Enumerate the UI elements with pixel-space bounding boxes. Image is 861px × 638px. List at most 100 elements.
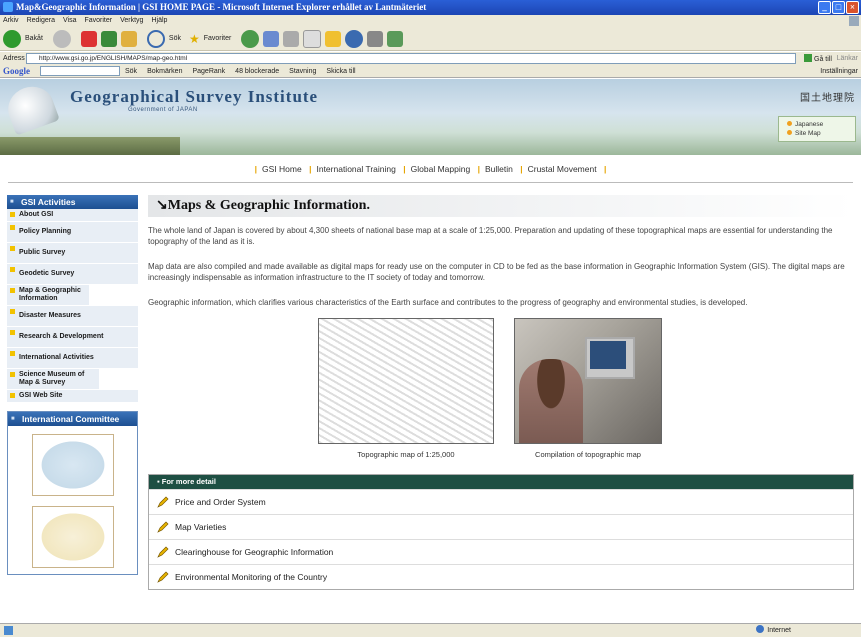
menu-tools[interactable]: Verktyg — [120, 15, 143, 27]
figures: Topographic map of 1:25,000 Compilation … — [148, 318, 854, 468]
sidebar-item-science-museum[interactable]: Science Museum of Map & Survey — [7, 369, 99, 390]
favorites-star-icon[interactable]: ★ — [189, 32, 200, 46]
search-icon[interactable] — [146, 29, 165, 48]
research-icon[interactable] — [367, 30, 384, 47]
pencil-icon — [157, 571, 169, 583]
google-spellcheck[interactable]: Stavning — [289, 65, 316, 78]
sidebar: GSI Activities About GSI Policy Planning… — [7, 195, 138, 575]
sidebar-item-gsi-web-site[interactable]: GSI Web Site — [7, 390, 138, 403]
google-popup-blocker[interactable]: 48 blockerade — [235, 65, 279, 78]
menu-edit[interactable]: Redigera — [27, 15, 55, 27]
address-label: Adress — [3, 55, 25, 62]
bullet-icon — [787, 130, 792, 135]
pencil-icon — [157, 546, 169, 558]
sidebar-item-international-activities[interactable]: International Activities — [7, 348, 138, 369]
back-arrow-icon[interactable] — [3, 29, 21, 48]
site-banner: Geographical Survey Institute Government… — [0, 79, 861, 155]
status-bar: Internet — [0, 623, 861, 637]
window-title-bar: Map&Geographic Information | GSI HOME PA… — [0, 0, 861, 15]
window-title: Map&Geographic Information | GSI HOME PA… — [16, 2, 427, 12]
sidebar-item-geodetic-survey[interactable]: Geodetic Survey — [7, 264, 138, 285]
more-detail-heading: ▪ For more detail — [149, 475, 853, 489]
topographic-map-image — [318, 318, 494, 444]
figure-compilation: Compilation of topographic map — [514, 318, 662, 459]
sidebar-item-map-geographic-info[interactable]: Map & Geographic Information — [7, 285, 89, 306]
paragraph-3: Geographic information, which clarifies … — [148, 298, 748, 307]
caption-topographic-map: Topographic map of 1:25,000 — [357, 450, 455, 459]
link-clearinghouse[interactable]: Clearinghouse for Geographic Information — [149, 539, 853, 564]
page-content: Geographical Survey Institute Government… — [0, 79, 861, 623]
security-zone: Internet — [756, 624, 791, 638]
banner-landscape — [0, 137, 180, 155]
nav-global-mapping[interactable]: Global Mapping — [411, 164, 471, 174]
japanese-site-name: 国土地理院 — [800, 93, 855, 104]
pencil-icon — [157, 496, 169, 508]
address-input[interactable]: http://www.gsi.go.jp/ENGLISH/MAPS/map-ge… — [26, 53, 796, 64]
compilation-photo — [514, 318, 662, 444]
google-search-button[interactable]: Sök — [125, 65, 137, 78]
bullet-icon — [787, 121, 792, 126]
nav-gsi-home[interactable]: GSI Home — [262, 164, 302, 174]
link-environmental-monitoring[interactable]: Environmental Monitoring of the Country — [149, 564, 853, 589]
google-settings[interactable]: Inställningar — [820, 65, 858, 78]
print-icon[interactable] — [283, 30, 300, 47]
global-mapping-committee-seal[interactable] — [31, 434, 114, 496]
asia-pacific-committee-seal[interactable] — [31, 506, 114, 568]
edit-icon[interactable] — [303, 29, 322, 48]
close-button[interactable]: × — [846, 1, 859, 14]
favorites-label[interactable]: Favoriter — [204, 35, 232, 42]
paragraph-2: Map data are also compiled and made avai… — [148, 262, 845, 282]
mail-icon[interactable] — [263, 30, 280, 47]
sidebar-item-policy-planning[interactable]: Policy Planning — [7, 222, 138, 243]
sidebar-item-research-development[interactable]: Research & Development — [7, 327, 138, 348]
international-committee-box: International Committee — [7, 411, 138, 575]
antenna-dish-image — [2, 80, 60, 136]
search-label[interactable]: Sök — [169, 35, 181, 42]
site-title[interactable]: Geographical Survey Institute — [70, 87, 318, 107]
arrow-icon: ↘ — [156, 198, 168, 213]
main-content: ↘Maps & Geographic Information. The whol… — [148, 195, 854, 590]
sidebar-item-disaster-measures[interactable]: Disaster Measures — [7, 306, 138, 327]
sidebar-heading: GSI Activities — [7, 195, 138, 209]
menu-help[interactable]: Hjälp — [151, 15, 167, 27]
links-button[interactable]: Länkar — [837, 52, 858, 65]
japanese-link[interactable]: Japanese — [787, 120, 855, 129]
pencil-icon — [157, 521, 169, 533]
menu-file[interactable]: Arkiv — [3, 15, 19, 27]
google-pagerank[interactable]: PageRank — [192, 65, 225, 78]
sidebar-item-public-survey[interactable]: Public Survey — [7, 243, 138, 264]
paragraph-1: The whole land of Japan is covered by ab… — [148, 226, 833, 246]
menu-favorites[interactable]: Favoriter — [84, 15, 112, 27]
nav-crustal-movement[interactable]: Crustal Movement — [528, 164, 597, 174]
windows-logo-icon — [849, 16, 859, 26]
home-icon[interactable] — [120, 30, 137, 47]
nav-international-training[interactable]: International Training — [316, 164, 395, 174]
forward-arrow-icon[interactable] — [52, 29, 71, 48]
sidebar-item-about-gsi[interactable]: About GSI — [7, 209, 138, 222]
site-map-link[interactable]: Site Map — [787, 129, 855, 138]
nav-bulletin[interactable]: Bulletin — [485, 164, 513, 174]
menu-bar: Arkiv Redigera Visa Favoriter Verktyg Hj… — [0, 15, 861, 27]
globe-icon — [756, 625, 765, 633]
messenger-icon[interactable] — [345, 29, 364, 48]
google-bookmarks[interactable]: Bokmärken — [147, 65, 182, 78]
caption-compilation: Compilation of topographic map — [535, 450, 641, 459]
stop-icon[interactable] — [80, 30, 97, 47]
history-icon[interactable] — [241, 29, 260, 48]
link-map-varieties[interactable]: Map Varieties — [149, 514, 853, 539]
back-label[interactable]: Bakåt — [25, 35, 43, 42]
google-send-to[interactable]: Skicka till — [326, 65, 355, 78]
folder-icon[interactable] — [325, 30, 342, 47]
top-navigation: | GSI Home | International Training | Globa… — [254, 164, 607, 174]
minimize-button[interactable]: _ — [818, 1, 831, 14]
menu-view[interactable]: Visa — [63, 15, 77, 27]
google-search-input[interactable] — [40, 66, 120, 76]
figure-topographic-map: Topographic map of 1:25,000 — [318, 318, 494, 459]
refresh-icon[interactable] — [100, 30, 117, 47]
google-logo[interactable]: Google — [3, 66, 30, 76]
discuss-icon[interactable] — [387, 30, 404, 47]
google-toolbar: Google Sök Bokmärken PageRank 48 blocker… — [0, 65, 861, 78]
maximize-button[interactable]: □ — [832, 1, 845, 14]
link-price-order[interactable]: Price and Order System — [149, 489, 853, 514]
go-arrow-icon — [804, 54, 812, 62]
